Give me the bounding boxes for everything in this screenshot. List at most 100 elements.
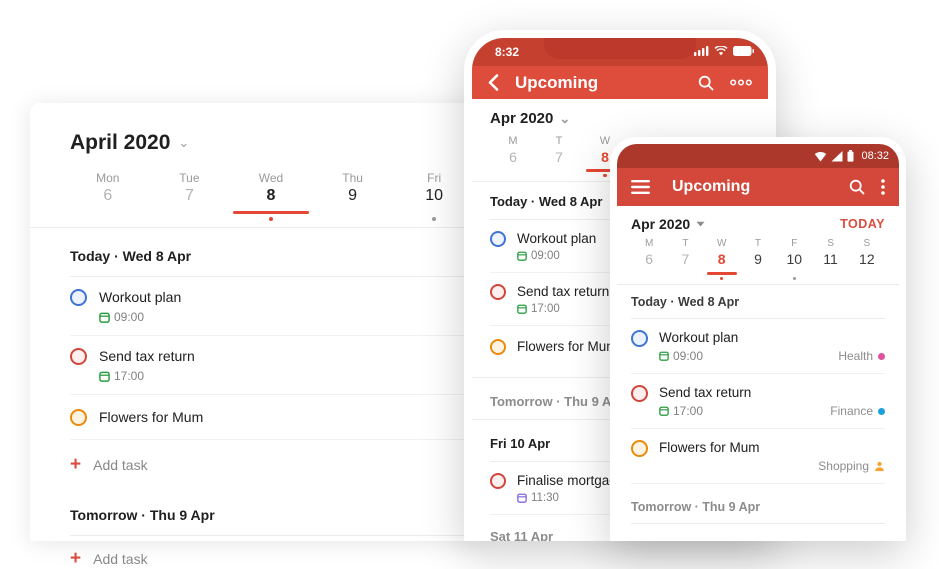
chevron-down-icon: ⌄	[178, 135, 189, 151]
section-header-tomorrow: Tomorrow · Thu 9 Apr	[631, 500, 885, 524]
wifi-icon	[714, 46, 728, 56]
section-header-today: Today · Wed 8 Apr	[70, 248, 475, 277]
today-button[interactable]: TODAY	[840, 217, 885, 231]
chevron-down-icon	[696, 221, 705, 227]
plus-icon: +	[70, 456, 81, 473]
calendar-date-icon	[99, 312, 110, 323]
day-sun[interactable]: S 12	[849, 238, 885, 280]
task-indicator-dot	[432, 217, 436, 221]
ios-status-bar: 8:32	[472, 38, 768, 66]
calendar-date-icon	[659, 406, 669, 416]
task-checkbox[interactable]	[490, 231, 506, 247]
task-title: Flowers for Mum	[659, 439, 885, 456]
selected-day-underline	[707, 272, 737, 275]
month-selector[interactable]: Apr 2020 ⌄	[490, 110, 750, 127]
month-selector[interactable]: April 2020 ⌄	[70, 131, 475, 155]
page-title: Upcoming	[515, 73, 682, 93]
day-tue[interactable]: T 7	[536, 135, 582, 177]
task-checkbox[interactable]	[490, 473, 506, 489]
task-checkbox[interactable]	[631, 440, 648, 457]
day-mon[interactable]: M 6	[490, 135, 536, 177]
chevron-down-icon: ⌄	[559, 111, 570, 127]
label-dot	[878, 408, 885, 415]
calendar-date-icon	[517, 251, 527, 261]
task-indicator-dot	[793, 277, 797, 281]
task-title: Flowers for Mum	[99, 408, 475, 426]
android-status-bar: 08:32	[617, 144, 899, 168]
week-strip: Mon 6 Tue 7 Wed 8 Thu 9 Fri 10	[67, 171, 475, 221]
task-checkbox[interactable]	[70, 348, 87, 365]
ios-nav-bar: Upcoming	[472, 66, 768, 99]
task-title: Send tax return	[99, 347, 475, 365]
search-icon[interactable]	[698, 75, 714, 91]
task-time: 09:00	[673, 349, 703, 363]
shared-label[interactable]: Shopping	[818, 459, 885, 473]
day-wed-selected[interactable]: Wed 8	[230, 171, 312, 221]
task-time: 11:30	[531, 492, 559, 504]
task-label[interactable]: Finance	[830, 404, 885, 418]
task-row[interactable]: Send tax return 17:00	[70, 336, 475, 395]
task-title: Workout plan	[99, 288, 475, 306]
day-mon[interactable]: M 6	[631, 238, 667, 280]
android-app-bar: Upcoming	[617, 168, 899, 206]
task-checkbox[interactable]	[70, 289, 87, 306]
calendar-date-icon	[659, 351, 669, 361]
task-label[interactable]: Health	[838, 349, 885, 363]
add-task-button[interactable]: + Add task	[70, 550, 475, 567]
status-time: 8:32	[495, 45, 519, 59]
signal-icon	[831, 151, 843, 162]
person-icon	[874, 461, 885, 472]
label-dot	[878, 353, 885, 360]
task-checkbox[interactable]	[490, 284, 506, 300]
task-row[interactable]: Flowers for Mum Shopping	[631, 429, 885, 484]
task-time: 09:00	[114, 310, 144, 324]
task-title: Workout plan	[659, 329, 885, 346]
task-checkbox[interactable]	[631, 330, 648, 347]
task-title: Send tax return	[659, 384, 885, 401]
task-row[interactable]: Workout plan 09:00 Health	[631, 319, 885, 374]
task-checkbox[interactable]	[631, 385, 648, 402]
selected-day-underline	[233, 211, 309, 214]
wifi-icon	[814, 151, 827, 162]
month-title: April 2020	[70, 131, 170, 155]
task-checkbox[interactable]	[70, 409, 87, 426]
task-row[interactable]: Workout plan 09:00	[70, 277, 475, 336]
day-tue[interactable]: T 7	[667, 238, 703, 280]
task-row[interactable]: Send tax return 17:00 Finance	[631, 374, 885, 429]
day-tue[interactable]: Tue 7	[149, 171, 231, 221]
divider	[617, 284, 899, 285]
ios-notch	[544, 38, 696, 59]
task-indicator-dot	[603, 174, 607, 178]
back-chevron-icon[interactable]	[488, 74, 499, 91]
desktop-upcoming-view: April 2020 ⌄ Mon 6 Tue 7 Wed 8 Thu 9 Fri…	[30, 103, 485, 541]
page-title: Upcoming	[672, 178, 833, 196]
month-selector[interactable]: Apr 2020	[631, 216, 840, 232]
section-header-today: Today · Wed 8 Apr	[631, 295, 885, 319]
more-ellipsis-icon[interactable]	[730, 79, 752, 86]
day-thu[interactable]: T 9	[740, 238, 776, 280]
day-sat[interactable]: S 11	[812, 238, 848, 280]
calendar-date-icon	[517, 304, 527, 314]
signal-icon	[694, 46, 709, 56]
status-time: 08:32	[861, 150, 889, 162]
day-fri[interactable]: Fri 10	[393, 171, 475, 221]
calendar-date-icon	[99, 371, 110, 382]
menu-hamburger-icon[interactable]	[631, 180, 650, 194]
task-time: 09:00	[531, 250, 560, 262]
search-icon[interactable]	[849, 179, 865, 195]
day-wed-selected[interactable]: W 8	[704, 238, 740, 280]
task-checkbox[interactable]	[490, 339, 506, 355]
task-row[interactable]: Flowers for Mum	[70, 395, 475, 440]
kebab-menu-icon[interactable]	[881, 179, 885, 195]
battery-icon	[733, 46, 754, 56]
task-indicator-dot	[720, 277, 724, 281]
android-phone: 08:32 Upcoming Apr 2020 TODAY	[610, 137, 906, 541]
task-time: 17:00	[673, 404, 703, 418]
task-indicator-dot	[269, 217, 273, 221]
day-mon[interactable]: Mon 6	[67, 171, 149, 221]
day-thu[interactable]: Thu 9	[312, 171, 394, 221]
task-time: 17:00	[531, 303, 560, 315]
add-task-button[interactable]: + Add task	[70, 456, 475, 473]
calendar-date-icon	[517, 493, 527, 503]
day-fri[interactable]: F 10	[776, 238, 812, 280]
